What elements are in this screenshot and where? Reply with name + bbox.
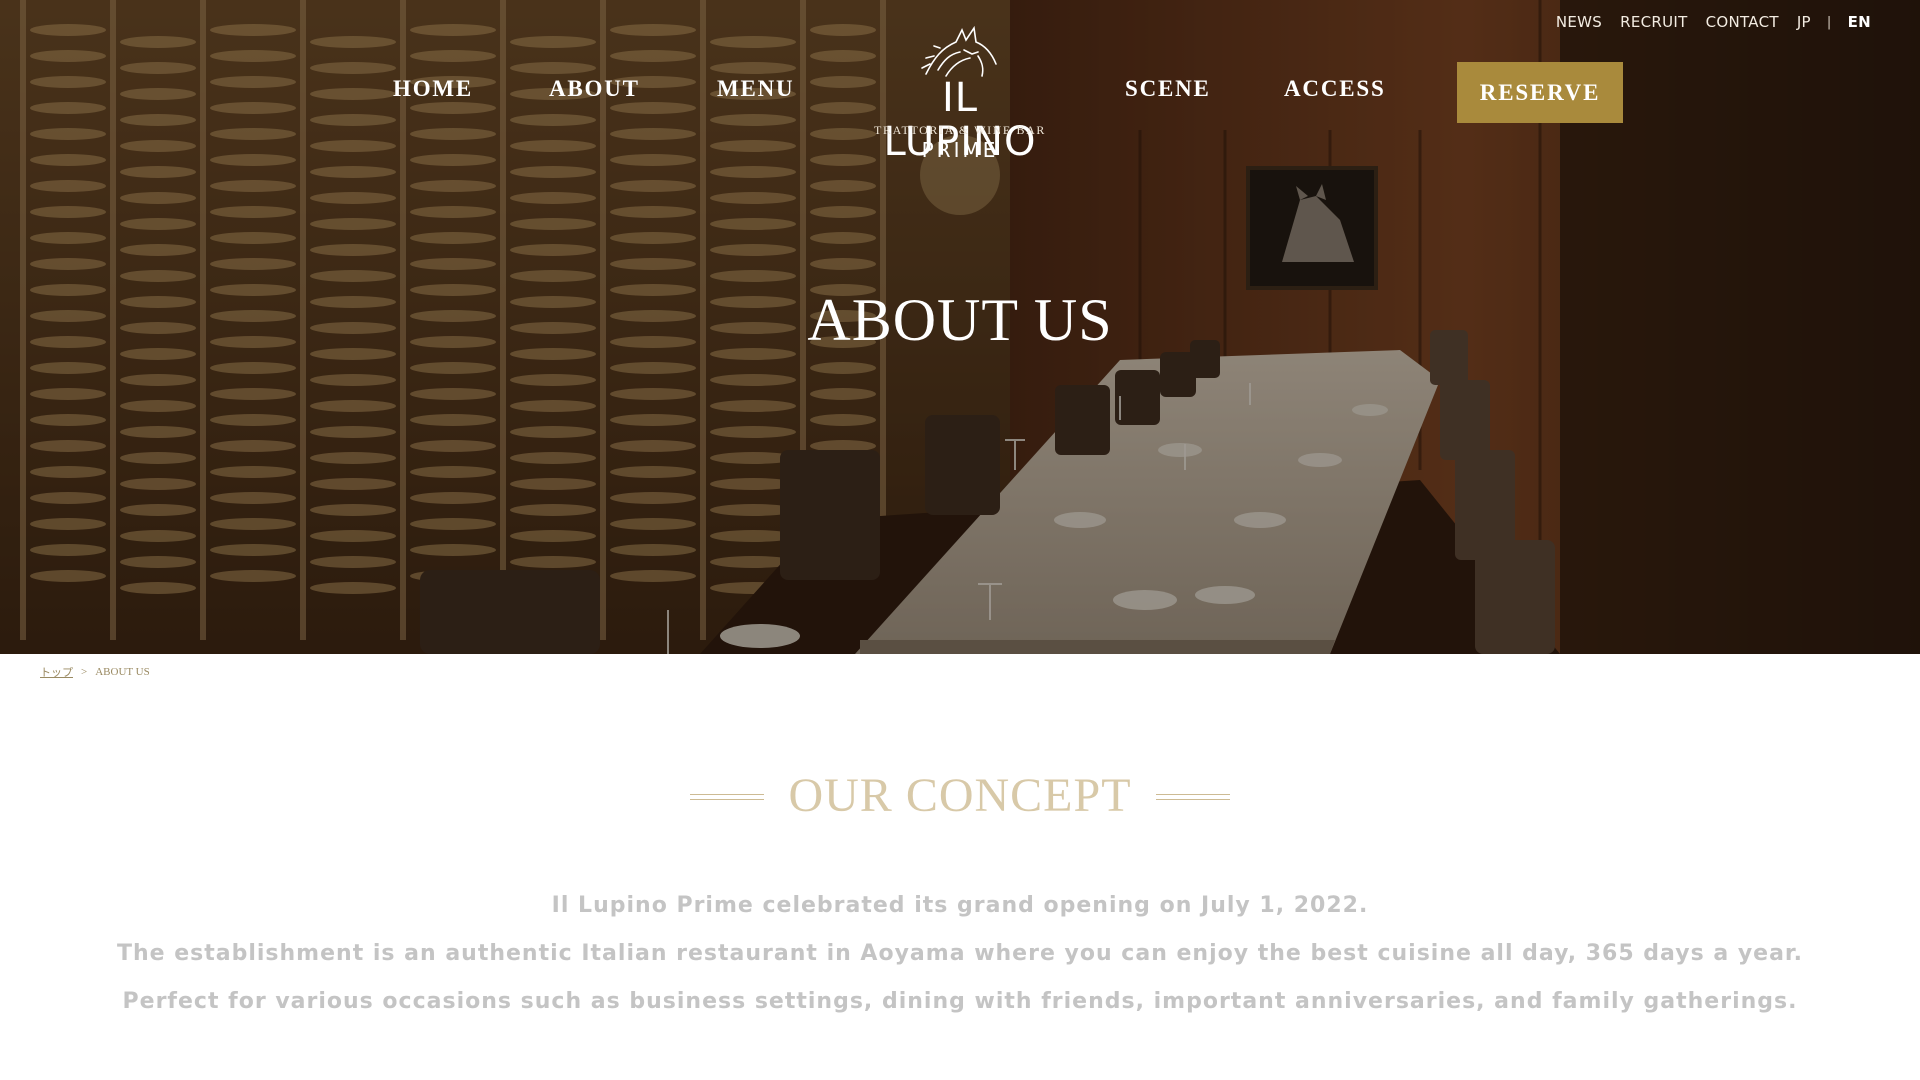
nav-link-scene[interactable]: SCENE (1125, 76, 1211, 102)
logo-tagline: TRATTORIA & WINE BAR (874, 123, 1046, 137)
util-link-contact[interactable]: CONTACT (1697, 13, 1788, 31)
hero-section: NEWS RECRUIT CONTACT JP | EN HOME ABOUT … (0, 0, 1920, 654)
nav-link-about[interactable]: ABOUT (549, 76, 640, 102)
page-title: ABOUT US (807, 287, 1113, 353)
logo-prime: PRIME (921, 138, 999, 162)
breadcrumb-current: ABOUT US (95, 666, 150, 678)
heading-decoration-right (1156, 794, 1230, 800)
lang-link-jp[interactable]: JP (1788, 13, 1820, 31)
breadcrumb-home-link[interactable]: トップ (40, 664, 73, 680)
util-link-news[interactable]: NEWS (1547, 13, 1611, 31)
lang-link-en[interactable]: EN (1839, 13, 1880, 31)
nav-link-access[interactable]: ACCESS (1284, 76, 1386, 102)
utility-nav: NEWS RECRUIT CONTACT JP | EN (1547, 13, 1880, 31)
nav-link-menu[interactable]: MENU (717, 76, 794, 102)
lang-separator: | (1826, 14, 1832, 30)
nav-link-home[interactable]: HOME (393, 76, 473, 102)
breadcrumb-separator: > (81, 666, 88, 678)
breadcrumb: トップ > ABOUT US (40, 664, 150, 680)
concept-line-2: The establishment is an authentic Italia… (116, 941, 1804, 966)
concept-line-3: Perfect for various occasions such as bu… (122, 989, 1798, 1014)
reserve-button[interactable]: RESERVE (1457, 62, 1623, 123)
concept-heading: OUR CONCEPT (788, 769, 1132, 822)
concept-line-1: Il Lupino Prime celebrated its grand ope… (551, 893, 1369, 918)
site-logo[interactable]: IL LUPINO TRATTORIA & WINE BAR PRIME (862, 24, 1058, 164)
util-link-recruit[interactable]: RECRUIT (1611, 13, 1696, 31)
